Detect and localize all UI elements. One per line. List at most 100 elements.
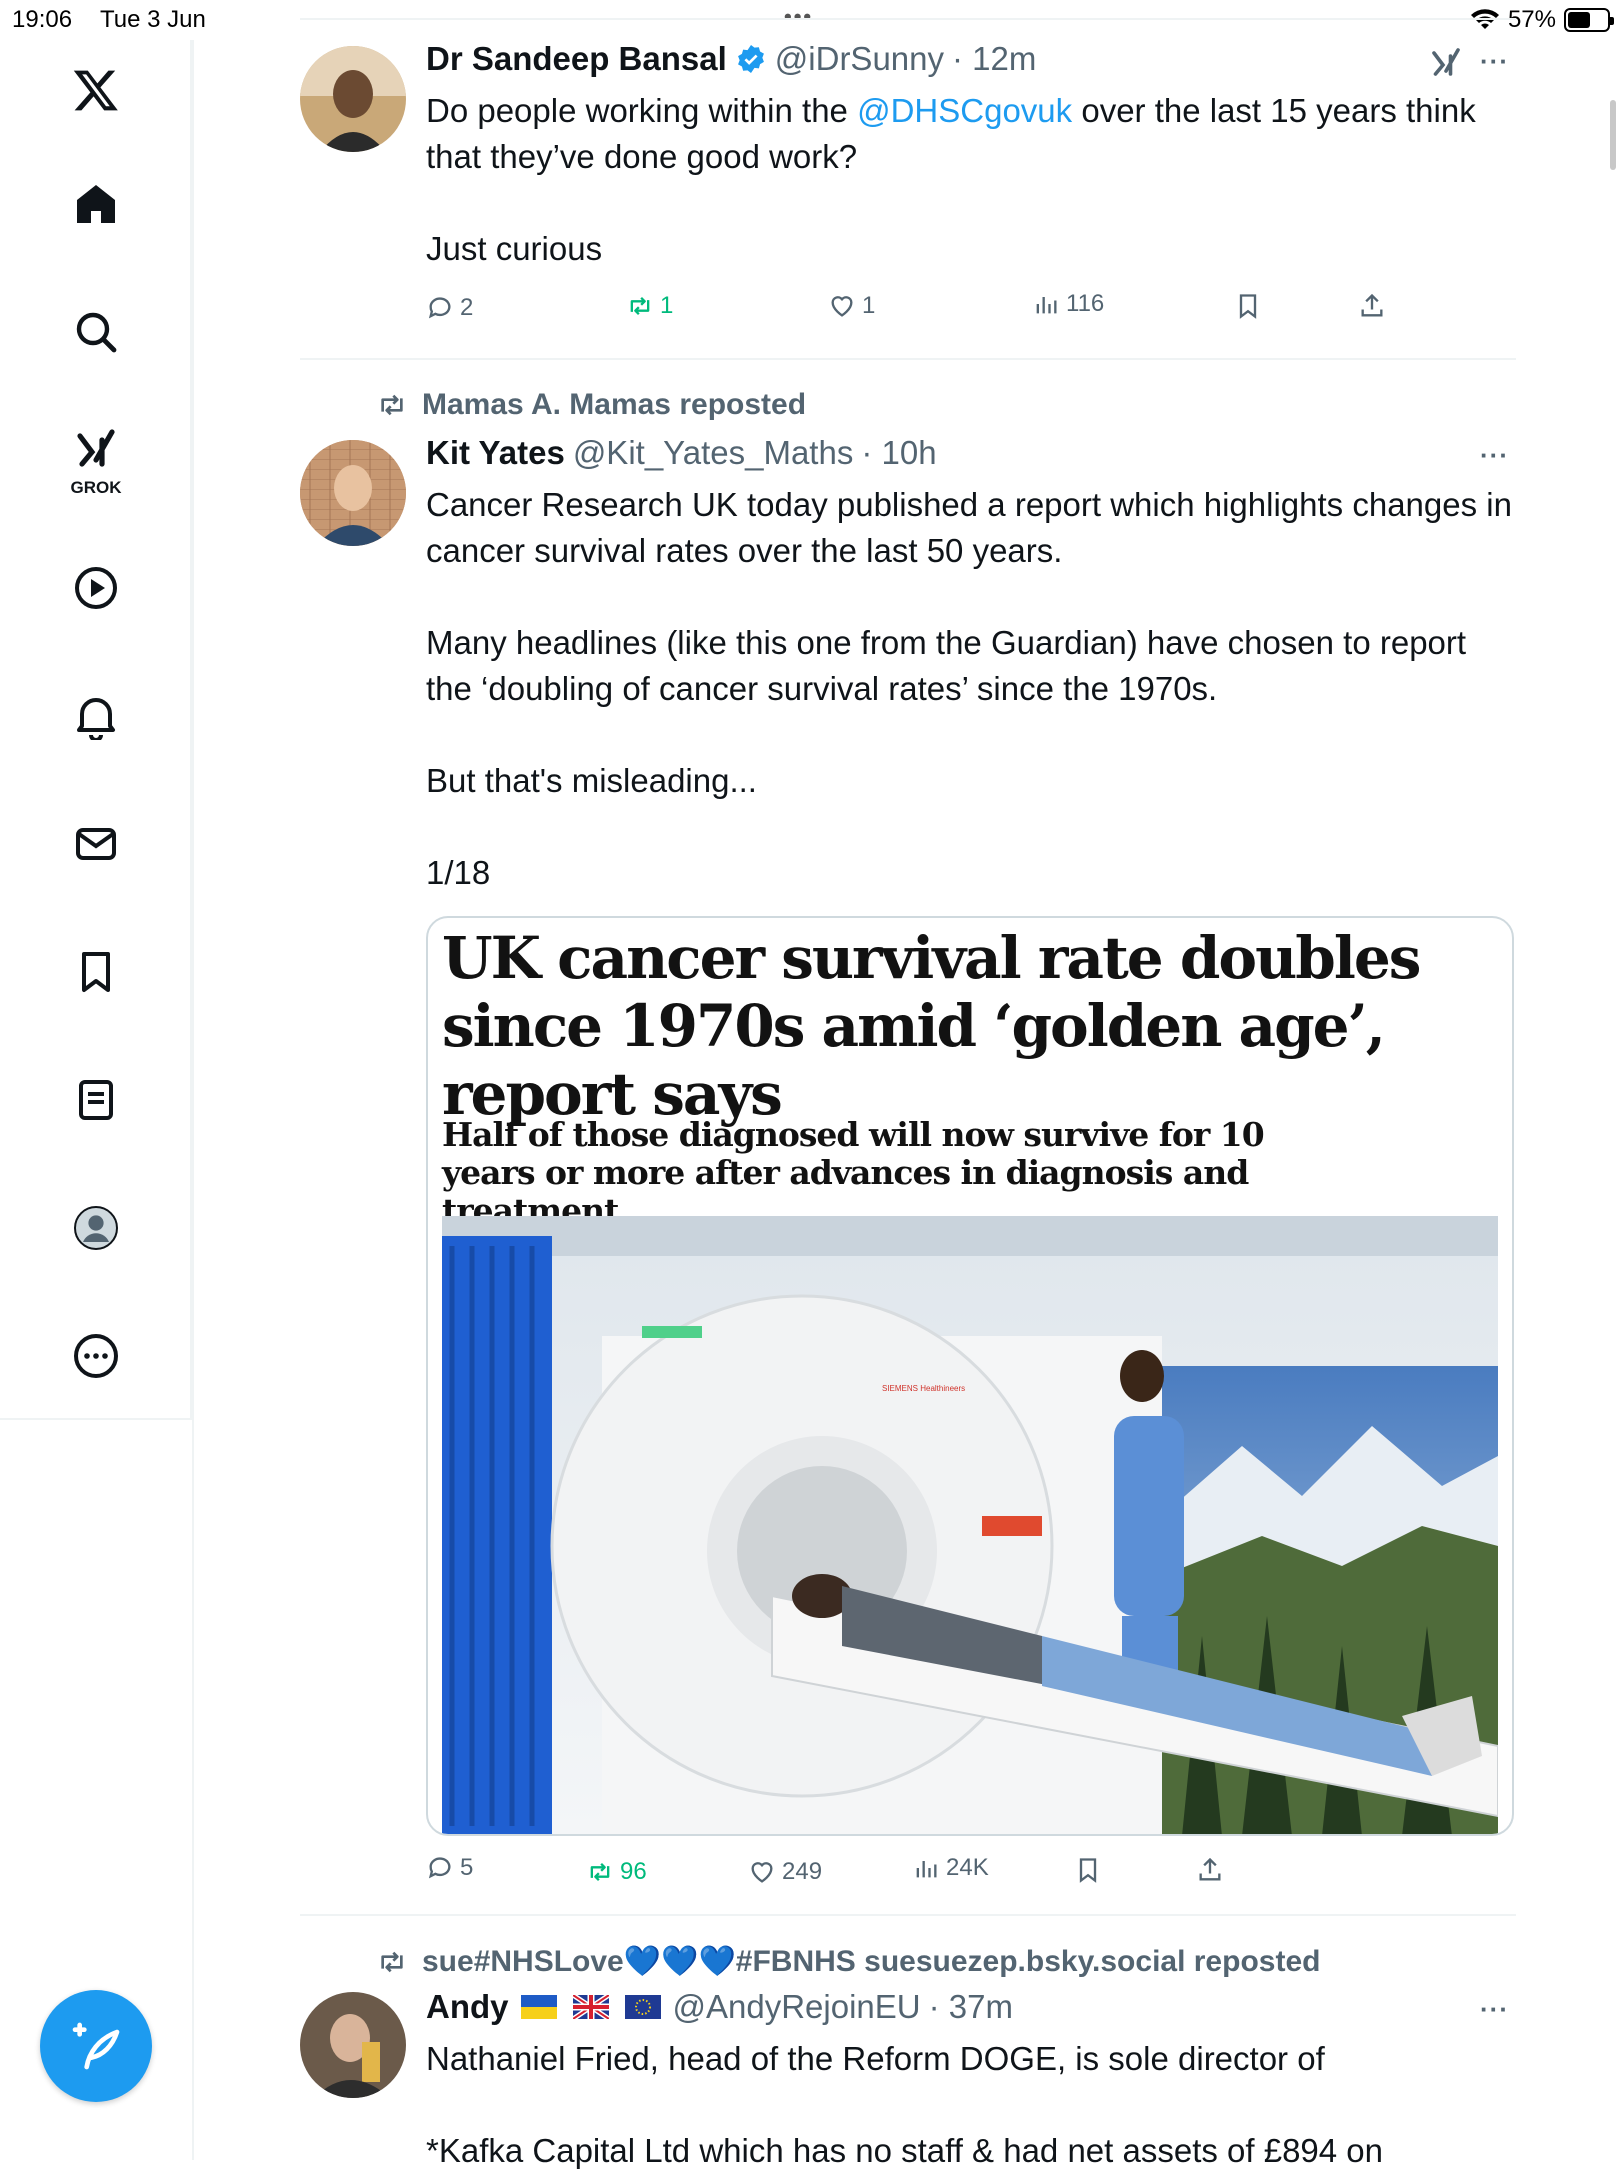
heart-icon [828, 292, 856, 320]
reply-button[interactable]: 2 [426, 294, 473, 322]
compose-icon [68, 2018, 124, 2074]
scrollbar[interactable] [1610, 100, 1616, 170]
author-handle[interactable]: @iDrSunny [775, 40, 944, 78]
views-button[interactable]: 116 [1032, 290, 1104, 318]
battery-icon [1564, 8, 1610, 32]
bookmarks-icon[interactable] [66, 942, 126, 1002]
sidebar-divider [0, 1418, 192, 1420]
tweet-time[interactable]: · 10h [861, 434, 936, 472]
views-button[interactable]: 24K [912, 1854, 989, 1882]
repost-button[interactable]: 96 [586, 1858, 647, 1886]
notifications-icon[interactable] [66, 686, 126, 746]
video-icon[interactable] [66, 558, 126, 618]
tweet-text: Nathaniel Fried, head of the Reform DOGE… [426, 2036, 1516, 2174]
more-icon[interactable] [66, 1326, 126, 1386]
reply-count: 5 [460, 1854, 473, 1882]
repost-count: 1 [660, 292, 673, 320]
like-button[interactable]: 249 [748, 1858, 822, 1886]
ukraine-flag-icon [521, 1995, 557, 2019]
reposted-by: sue#NHSLove💙💙💙#FBNHS suesuezep.bsky.soci… [422, 1944, 1320, 1979]
reply-icon [426, 1854, 454, 1882]
bookmark-button[interactable] [1234, 292, 1262, 320]
status-right: 57% [1470, 6, 1610, 34]
share-button[interactable] [1358, 292, 1386, 320]
tweet-separator [300, 1914, 1516, 1916]
bookmark-icon [1234, 292, 1262, 320]
messages-icon[interactable] [66, 814, 126, 874]
tweet-time[interactable]: · 37m [929, 1988, 1013, 2026]
wifi-icon [1470, 8, 1500, 32]
view-count: 24K [946, 1854, 989, 1882]
scanner-brand: SIEMENS Healthineers [882, 1384, 965, 1393]
views-icon [1032, 290, 1060, 318]
tweet-more-icon[interactable]: ··· [1480, 1994, 1509, 2025]
verified-badge-icon [735, 43, 767, 75]
card-headline: UK cancer survival rate doubles since 19… [442, 924, 1482, 1128]
multitasking-dots-icon[interactable]: ••• [784, 4, 813, 30]
repost-button[interactable]: 1 [626, 292, 673, 320]
reply-button[interactable]: 5 [426, 1854, 473, 1882]
tweet-more-icon[interactable]: ··· [1480, 440, 1509, 471]
eu-flag-icon [625, 1995, 661, 2019]
feed-left-border [192, 40, 194, 2160]
feed-top-rule [300, 18, 1516, 20]
tweet-text: Do people working within the @DHSCgovuk … [426, 88, 1506, 272]
author-handle[interactable]: @Kit_Yates_Maths [573, 434, 854, 472]
reposted-by: Mamas A. Mamas reposted [422, 388, 806, 422]
repost-context[interactable]: Mamas A. Mamas reposted [376, 388, 806, 422]
compose-button[interactable] [40, 1990, 152, 2102]
avatar[interactable] [300, 1992, 406, 2098]
avatar[interactable] [300, 440, 406, 546]
battery-fill [1568, 12, 1590, 28]
author-name[interactable]: Andy [426, 1988, 509, 2026]
grok-tweet-icon[interactable] [1428, 44, 1464, 85]
repost-context[interactable]: sue#NHSLove💙💙💙#FBNHS suesuezep.bsky.soci… [376, 1944, 1320, 1979]
search-icon[interactable] [66, 302, 126, 362]
tweet-text: Cancer Research UK today published a rep… [426, 482, 1516, 896]
mention-link[interactable]: @DHSCgovuk [857, 92, 1072, 129]
avatar[interactable] [300, 46, 406, 152]
tweet-header: Andy @AndyRejoinEU · 37m [426, 1988, 1013, 2026]
profile-icon[interactable] [66, 1198, 126, 1258]
tweet-time[interactable]: · 12m [952, 40, 1036, 78]
card-photo: SIEMENS Healthineers [442, 1216, 1498, 1836]
view-count: 116 [1066, 290, 1104, 318]
battery-percent: 57% [1508, 6, 1556, 34]
tweet-more-icon[interactable]: ··· [1480, 46, 1509, 77]
share-icon [1358, 292, 1386, 320]
like-count: 249 [782, 1858, 822, 1886]
reply-count: 2 [460, 294, 473, 322]
lists-icon[interactable] [66, 1070, 126, 1130]
reply-icon [426, 294, 454, 322]
link-card[interactable]: UK cancer survival rate doubles since 19… [426, 916, 1514, 1836]
repost-icon [626, 292, 654, 320]
tweet-header: Kit Yates @Kit_Yates_Maths · 10h [426, 434, 937, 472]
status-date: Tue 3 Jun [100, 6, 206, 34]
heart-icon [748, 1858, 776, 1886]
bookmark-icon [1074, 1856, 1102, 1884]
author-name[interactable]: Kit Yates [426, 434, 565, 472]
battery-tip [1610, 17, 1614, 25]
tweet-text-part: Do people working within the [426, 92, 857, 129]
tweet-separator [300, 358, 1516, 360]
views-icon [912, 1854, 940, 1882]
repost-icon [586, 1858, 614, 1886]
grok-icon[interactable] [66, 418, 126, 478]
author-handle[interactable]: @AndyRejoinEU [673, 1988, 921, 2026]
tweet-header: Dr Sandeep Bansal @iDrSunny · 12m [426, 40, 1036, 78]
card-subheadline: Half of those diagnosed will now survive… [442, 1116, 1322, 1230]
share-button[interactable] [1196, 1856, 1224, 1884]
share-icon [1196, 1856, 1224, 1884]
x-logo-icon[interactable] [66, 60, 126, 120]
status-bar: 19:06 Tue 3 Jun ••• 57% [0, 0, 1620, 40]
uk-flag-icon [573, 1995, 609, 2019]
grok-label: GROK [60, 478, 132, 498]
repost-icon [376, 389, 408, 421]
bookmark-button[interactable] [1074, 1856, 1102, 1884]
repost-icon [376, 1946, 408, 1978]
home-icon[interactable] [66, 174, 126, 234]
repost-count: 96 [620, 1858, 647, 1886]
status-time: 19:06 [12, 6, 72, 34]
author-name[interactable]: Dr Sandeep Bansal [426, 40, 727, 78]
like-button[interactable]: 1 [828, 292, 875, 320]
